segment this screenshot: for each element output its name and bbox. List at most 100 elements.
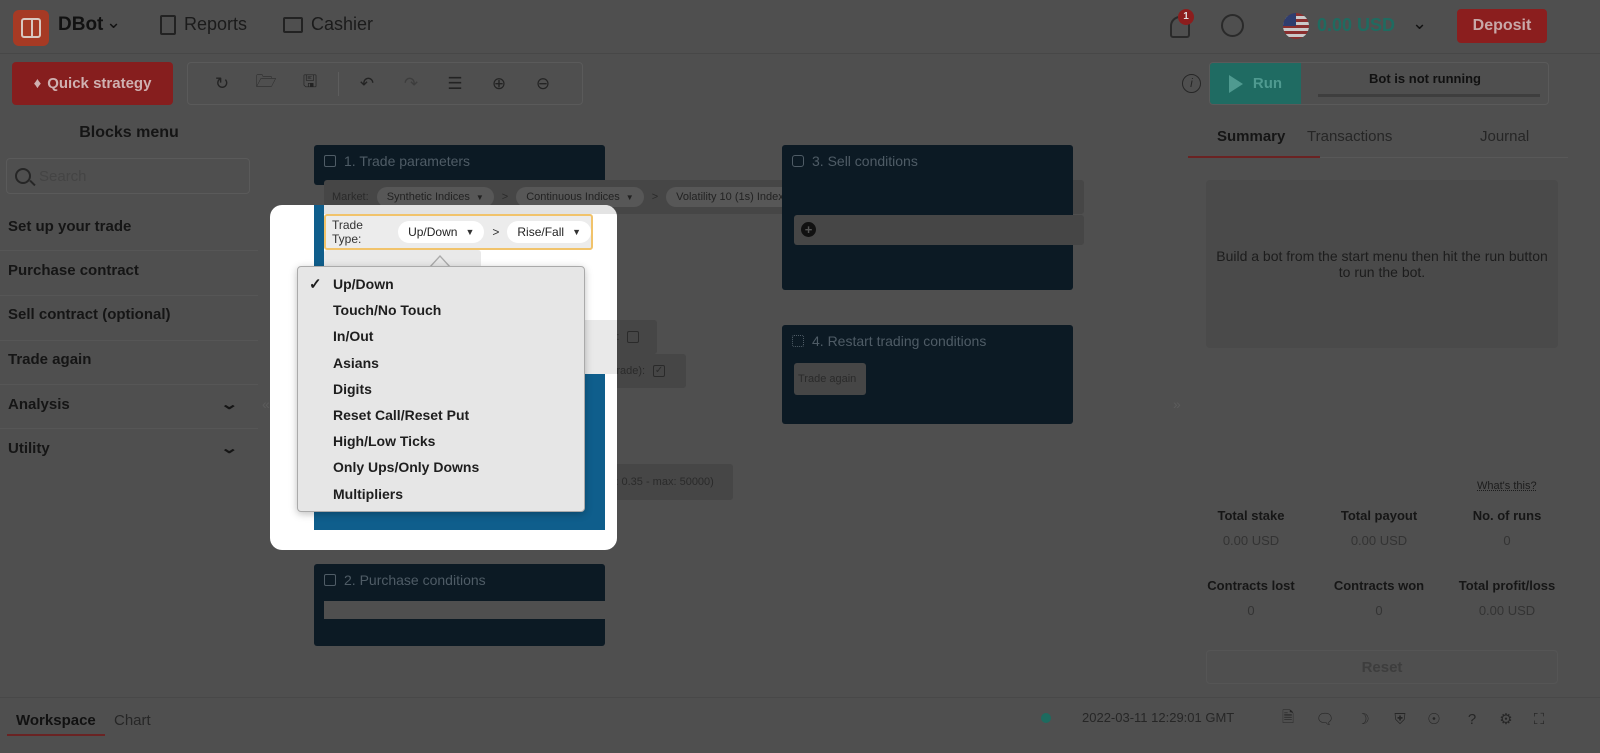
contract-type-dropdown[interactable]: Rise/Fall ▼ <box>507 221 591 243</box>
sell-conditions-block[interactable]: 3. Sell conditions + <box>782 145 1084 290</box>
undo-icon[interactable]: ↶ <box>345 62 389 105</box>
run-panel-drawer: Summary Transactions Journal Build a bot… <box>1188 114 1568 697</box>
purchase-conditions-block[interactable]: 2. Purchase conditions <box>314 564 605 646</box>
report-icon[interactable]: 🗎 <box>1279 709 1297 728</box>
sidebar-item-utility[interactable]: Utility ⌄ <box>8 439 248 458</box>
sidebar-item-analysis[interactable]: Analysis ⌄ <box>8 395 248 414</box>
redo-icon[interactable]: ↷ <box>389 62 433 105</box>
nav-cashier-label: Cashier <box>311 14 374 34</box>
dbot-logo[interactable] <box>13 10 49 46</box>
market-label: Market: <box>332 191 369 203</box>
sidebar-item-sell-contract[interactable]: Sell contract (optional) <box>8 306 248 323</box>
tab-workspace[interactable]: Workspace <box>16 712 96 729</box>
stat-no-of-runs: No. of runs 0 <box>1444 508 1570 548</box>
stat-value: 0.00 USD <box>1350 533 1408 548</box>
responsible-trading-icon[interactable]: ⛨ <box>1391 710 1409 728</box>
menu-item-high-low-ticks[interactable]: High/Low Ticks <box>298 428 584 454</box>
reset-button[interactable]: Reset <box>1206 650 1558 684</box>
account-balance[interactable]: 0.00 USD <box>1317 15 1395 36</box>
workspace-toolbar: ↻ 🗁 🖫 ↶ ↷ ☰ ⊕ ⊖ <box>187 62 583 105</box>
sidebar-item-purchase-contract[interactable]: Purchase contract <box>8 262 248 279</box>
sidebar-item-label: Analysis <box>8 395 70 413</box>
market-dropdown[interactable]: Synthetic Indices ▼ <box>376 187 494 207</box>
purchase-slot <box>324 601 605 619</box>
tab-transactions[interactable]: Transactions <box>1307 128 1392 145</box>
quick-strategy-label: Quick strategy <box>47 75 152 92</box>
checkered-flag-icon <box>792 335 804 347</box>
run-label: Run <box>1252 75 1283 92</box>
nav-cashier[interactable]: Cashier <box>283 14 373 35</box>
menu-item-only-ups-downs[interactable]: Only Ups/Only Downs <box>298 454 584 480</box>
tab-summary[interactable]: Summary <box>1217 128 1285 145</box>
theme-icon[interactable]: ☽ <box>1354 710 1372 728</box>
checkbox-checked[interactable]: ✓ <box>653 365 666 377</box>
tab-chart[interactable]: Chart <box>114 712 151 729</box>
chevron-down-icon[interactable]: ⌄ <box>1412 13 1427 34</box>
block-title: 1. Trade parameters <box>344 153 471 169</box>
menu-item-reset-call-put[interactable]: Reset Call/Reset Put <box>298 402 584 428</box>
run-button[interactable]: Run <box>1210 63 1301 104</box>
menu-item-label: Only Ups/Only Downs <box>333 459 480 476</box>
menu-item-multipliers[interactable]: Multipliers <box>298 481 584 507</box>
divider <box>0 384 258 385</box>
caret-down-icon: ▼ <box>572 227 581 237</box>
nav-reports[interactable]: Reports <box>160 14 247 35</box>
zoom-out-icon[interactable]: ⊖ <box>521 62 565 105</box>
settings-icon[interactable]: ⚙ <box>1497 710 1515 728</box>
quick-strategy-button[interactable]: ♦ Quick strategy <box>12 62 173 105</box>
whats-this-link[interactable]: What's this? <box>1477 480 1537 492</box>
account-icon[interactable] <box>1221 14 1244 37</box>
sort-blocks-icon[interactable]: ☰ <box>433 62 477 105</box>
checkbox[interactable] <box>627 331 640 343</box>
blocks-menu-title: Blocks menu <box>79 124 179 141</box>
active-tab-indicator <box>1188 156 1320 158</box>
trade-parameters-block[interactable]: 1. Trade parameters <box>314 145 605 185</box>
submarket-dropdown[interactable]: Continuous Indices ▼ <box>516 187 644 207</box>
collapse-right-icon[interactable]: » <box>1173 396 1181 412</box>
add-icon[interactable]: + <box>801 222 816 237</box>
bot-progress-bar <box>1318 94 1540 97</box>
chat-icon[interactable]: 🗨 <box>1315 710 1334 728</box>
sidebar-item-set-up-trade[interactable]: Set up your trade <box>8 218 248 235</box>
play-icon <box>1228 74 1243 93</box>
search-box[interactable] <box>6 158 250 194</box>
menu-item-digits[interactable]: Digits <box>298 376 584 402</box>
collapse-left-icon[interactable]: « <box>262 396 270 412</box>
tab-journal[interactable]: Journal <box>1480 128 1529 145</box>
trade-parameters-icon <box>324 155 336 167</box>
connection-status-icon <box>1041 713 1051 723</box>
stat-label: Total profit/loss <box>1458 578 1556 593</box>
stat-value: 0.00 USD <box>1222 533 1280 548</box>
menu-item-asians[interactable]: Asians <box>298 350 584 376</box>
app-switcher-label[interactable]: DBot <box>58 14 103 36</box>
menu-item-touch-no-touch[interactable]: Touch/No Touch <box>298 297 584 323</box>
separator: > <box>651 191 659 203</box>
deposit-button[interactable]: Deposit <box>1457 9 1547 43</box>
reset-icon[interactable]: ↻ <box>200 62 244 105</box>
symbol-value: Volatility 10 (1s) Index <box>676 191 784 203</box>
trade-type-value: Up/Down <box>408 225 458 239</box>
trade-again-block[interactable]: Trade again <box>794 363 866 395</box>
help-icon[interactable]: ? <box>1463 710 1481 728</box>
caret-down-icon: ▼ <box>475 192 484 202</box>
search-input[interactable] <box>39 167 229 185</box>
sidebar-item-trade-again[interactable]: Trade again <box>8 351 248 368</box>
sidebar-item-label: Set up your trade <box>8 218 132 235</box>
stat-total-payout: Total payout 0.00 USD <box>1316 508 1442 548</box>
us-flag-icon[interactable] <box>1283 13 1309 39</box>
restart-conditions-block[interactable]: 4. Restart trading conditions Trade agai… <box>782 325 1073 424</box>
sidebar-item-label: Trade again <box>8 351 92 368</box>
trade-type-dropdown[interactable]: Up/Down ▼ <box>398 221 485 243</box>
regulatory-icon[interactable]: ☉ <box>1425 710 1443 728</box>
menu-item-label: Up/Down <box>333 276 394 293</box>
open-folder-icon[interactable]: 🗁 <box>244 62 288 105</box>
divider <box>0 340 258 341</box>
submarket-value: Continuous Indices <box>526 191 620 203</box>
zoom-in-icon[interactable]: ⊕ <box>477 62 521 105</box>
info-icon[interactable]: i <box>1182 74 1201 93</box>
save-icon[interactable]: 🖫 <box>288 62 332 105</box>
menu-item-up-down[interactable]: ✓ Up/Down <box>298 271 584 297</box>
fullscreen-icon[interactable]: ⛶ <box>1530 710 1548 728</box>
menu-item-in-out[interactable]: In/Out <box>298 323 584 349</box>
chevron-down-icon[interactable]: ⌄ <box>106 12 121 33</box>
